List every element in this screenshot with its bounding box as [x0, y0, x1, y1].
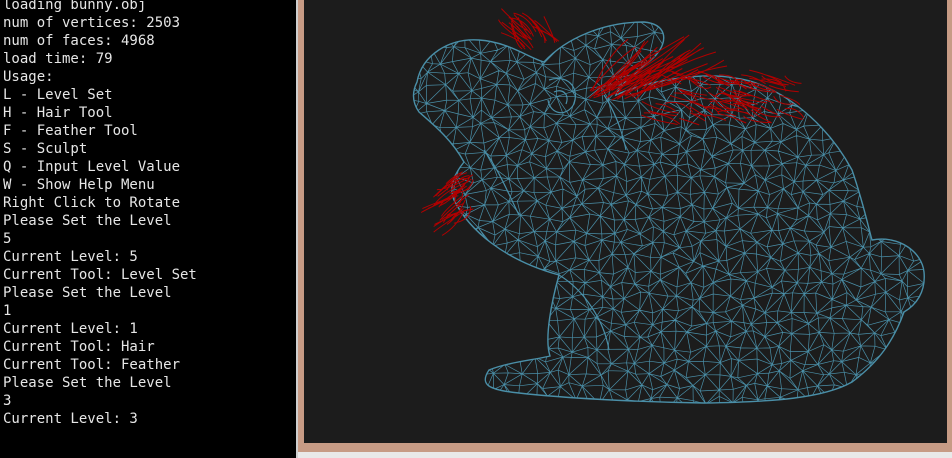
console-line: Please Set the Level	[3, 375, 172, 391]
mesh-wireframe	[413, 22, 925, 403]
console-window: loading bunny.obj num of vertices: 2503 …	[0, 0, 296, 458]
render-window-frame	[298, 0, 952, 452]
console-line: Q - Input Level Value	[3, 159, 181, 175]
console-line: Right Click to Rotate	[3, 195, 181, 211]
console-line: L - Level Set	[3, 87, 113, 103]
console-line: load time: 79	[3, 51, 113, 67]
console-line: 1	[3, 303, 12, 319]
window-bottom-edge	[298, 452, 952, 458]
console-line: Please Set the Level	[3, 285, 172, 301]
console-line: 5	[3, 231, 12, 247]
console-line: H - Hair Tool	[3, 105, 113, 121]
console-line: Usage:	[3, 69, 54, 85]
render-viewport[interactable]	[304, 0, 947, 443]
bunny-wireframe-render[interactable]	[304, 0, 947, 443]
console-line: loading bunny.obj	[3, 0, 147, 13]
console-line: S - Sculpt	[3, 141, 88, 157]
console-line: num of faces: 4968	[3, 33, 155, 49]
console-line: Current Tool: Hair	[3, 339, 155, 355]
console-line: Please Set the Level	[3, 213, 172, 229]
console-line: W - Show Help Menu	[3, 177, 155, 193]
console-line: 3	[3, 393, 12, 409]
console-line: Current Tool: Feather	[3, 357, 181, 373]
console-line: Current Level: 1	[3, 321, 138, 337]
console-line: num of vertices: 2503	[3, 15, 181, 31]
console-line: Current Level: 3	[3, 411, 138, 427]
console-line: Current Level: 5	[3, 249, 138, 265]
console-line: F - Feather Tool	[3, 123, 138, 139]
console-line: Current Tool: Level Set	[3, 267, 197, 283]
console-output: loading bunny.obj num of vertices: 2503 …	[3, 0, 197, 428]
